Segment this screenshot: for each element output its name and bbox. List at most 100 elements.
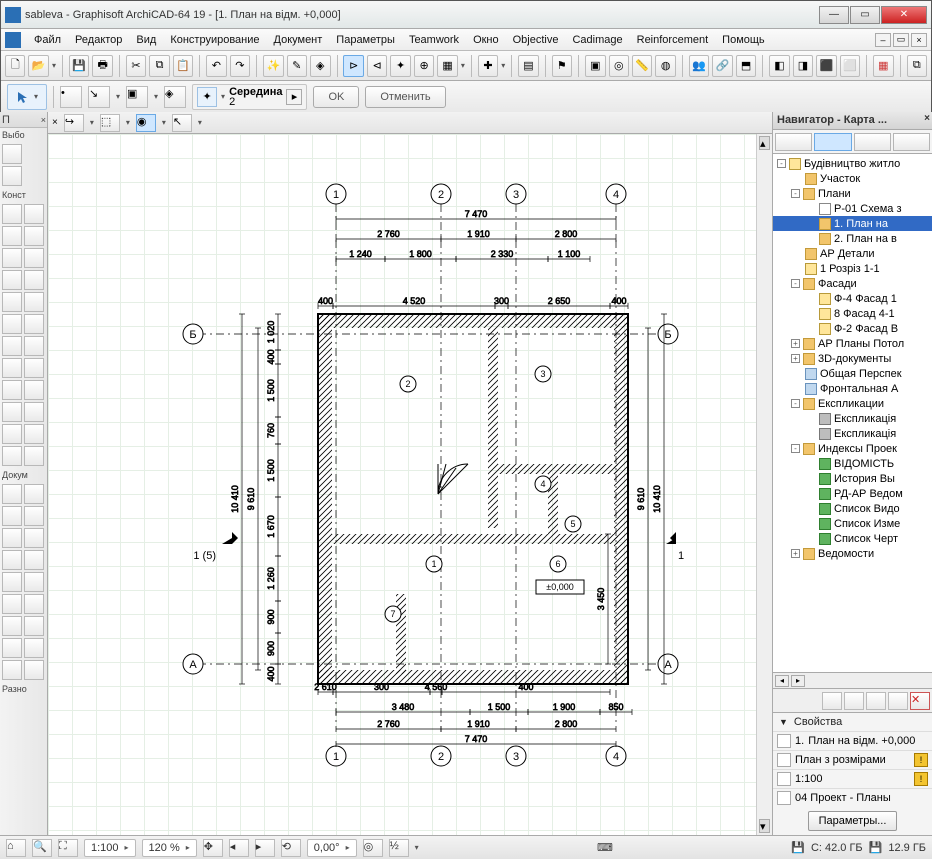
highlighter-button[interactable]: ◈ (310, 55, 330, 77)
save-button[interactable]: 💾 (69, 55, 89, 77)
status-angle[interactable]: 0,00°▸ (307, 839, 357, 857)
camera-button[interactable]: ◍ (655, 55, 675, 77)
tree-item-19[interactable]: ВІДОМІСТЬ (773, 456, 932, 471)
status-pan-button[interactable]: ✥ (203, 839, 223, 857)
dimension-tool-button[interactable] (2, 484, 22, 504)
new-file-button[interactable]: 🗋 (5, 55, 25, 77)
tree-item-24[interactable]: Список Черт (773, 531, 932, 546)
window-maximize-button[interactable]: ▭ (850, 6, 880, 24)
snap-mode-1-button[interactable]: ⊳ (343, 55, 363, 77)
nav-view-project-button[interactable] (775, 133, 812, 151)
status-scale[interactable]: 1:100▸ (84, 839, 136, 857)
section-button[interactable]: ⬛ (816, 55, 836, 77)
hotlink-button[interactable]: 🔗 (712, 55, 732, 77)
mep-tool-button[interactable] (2, 380, 22, 400)
tree-item-21[interactable]: РД-АР Ведом (773, 486, 932, 501)
window-minimize-button[interactable]: — (819, 6, 849, 24)
mesh-tool-button[interactable] (2, 358, 22, 378)
snap-mode-3-button[interactable]: ✦ (390, 55, 410, 77)
tree-item-13[interactable]: Общая Перспек (773, 366, 932, 381)
extra-5-tool-button[interactable] (2, 446, 22, 466)
curtain-tool-button[interactable] (2, 314, 22, 334)
tree-item-5[interactable]: АР Детали (773, 246, 932, 261)
tree-item-16[interactable]: Експликація (773, 411, 932, 426)
figure-tool-button[interactable] (2, 594, 22, 614)
app-menu-icon[interactable] (5, 32, 21, 48)
window-tool-button[interactable] (24, 226, 44, 246)
tab-close-icon[interactable]: × (52, 117, 58, 128)
tab-nav-3[interactable]: ◉ (136, 114, 156, 132)
column-tool-button[interactable] (24, 204, 44, 224)
tree-item-8[interactable]: Ф-4 Фасад 1 (773, 291, 932, 306)
snap-mode-4-button[interactable]: ⊕ (414, 55, 434, 77)
level-tool-button[interactable] (24, 484, 44, 504)
redo-button[interactable]: ↷ (230, 55, 250, 77)
label-tool-button[interactable] (24, 506, 44, 526)
extra-3-tool-button[interactable] (2, 424, 22, 444)
navigator-tree[interactable]: -Будівництво житлоУчасток-ПланиР-01 Схем… (773, 154, 932, 672)
status-history-button[interactable]: ⟲ (281, 839, 301, 857)
extra-4-tool-button[interactable] (24, 424, 44, 444)
change-tool-button[interactable] (24, 660, 44, 680)
trace-button[interactable]: ✚ (478, 55, 498, 77)
beam-tool-button[interactable] (2, 248, 22, 268)
shell-tool-button[interactable] (2, 292, 22, 312)
scroll-down-button[interactable]: ▾ (759, 819, 770, 833)
slab-tool-button[interactable] (24, 248, 44, 268)
tab-nav-2[interactable]: ⬚ (100, 114, 120, 132)
vertical-scrollbar[interactable]: ▴ ▾ (756, 134, 772, 835)
zone-tool-button[interactable] (24, 336, 44, 356)
door-tool-button[interactable] (2, 226, 22, 246)
mdi-close-button[interactable]: × (911, 33, 927, 47)
menu-помощь[interactable]: Помощь (715, 32, 772, 48)
status-half-button[interactable]: ½ (389, 839, 409, 857)
drawing-button[interactable]: ⬒ (736, 55, 756, 77)
parameters-button[interactable]: Параметры... (808, 811, 898, 831)
nav-view-publisher-button[interactable] (893, 133, 930, 151)
snap-midpoint-group[interactable]: ✦ ▾ Середина 2 ▸ (192, 84, 307, 110)
arc-tool-button[interactable] (2, 550, 22, 570)
status-orient-button[interactable]: ◎ (363, 839, 383, 857)
spline-tool-button[interactable] (2, 572, 22, 592)
menu-параметры[interactable]: Параметры (329, 32, 402, 48)
line-tool-button[interactable] (24, 528, 44, 548)
prop-scale[interactable]: 1:100 (795, 773, 910, 785)
menu-редактор[interactable]: Редактор (68, 32, 129, 48)
pline-tool-button[interactable] (24, 550, 44, 570)
status-next-button[interactable]: ▸ (255, 839, 275, 857)
feature-1-button[interactable]: ▣ (126, 86, 148, 108)
nav-tool-1[interactable] (822, 692, 842, 710)
tree-item-15[interactable]: -Експликации (773, 396, 932, 411)
tree-item-2[interactable]: Р-01 Схема з (773, 201, 932, 216)
tree-item-11[interactable]: +АР Планы Потол (773, 336, 932, 351)
measure-button[interactable]: 📏 (632, 55, 652, 77)
ie-tool-button[interactable] (2, 638, 22, 658)
teamwork-button[interactable]: 👥 (689, 55, 709, 77)
snap-mode-5-button[interactable]: ▦ (437, 55, 457, 77)
marker-button[interactable]: ◎ (609, 55, 629, 77)
scroll-up-button[interactable]: ▴ (759, 136, 770, 150)
menu-teamwork[interactable]: Teamwork (402, 32, 466, 48)
object-tool-button[interactable] (2, 336, 22, 356)
tree-item-23[interactable]: Список Изме (773, 516, 932, 531)
tree-item-7[interactable]: -Фасади (773, 276, 932, 291)
drawing-canvas[interactable]: 11223344 ББАА (48, 134, 772, 835)
tree-item-1[interactable]: -Плани (773, 186, 932, 201)
status-zoom-button[interactable]: 🔍 (32, 839, 52, 857)
tab-nav-1[interactable]: ↪ (64, 114, 84, 132)
tree-item-6[interactable]: 1 Розріз 1-1 (773, 261, 932, 276)
snap-point-button[interactable]: • (60, 86, 82, 108)
copy-button[interactable]: ⧉ (149, 55, 169, 77)
navigator-close-icon[interactable]: × (924, 113, 930, 124)
cancel-button[interactable]: Отменить (365, 86, 445, 108)
hotspot-tool-button[interactable] (24, 572, 44, 592)
menu-reinforcement[interactable]: Reinforcement (630, 32, 716, 48)
lamp-tool-button[interactable] (24, 358, 44, 378)
section-tool-button[interactable] (2, 616, 22, 636)
mdi-minimize-button[interactable]: – (875, 33, 891, 47)
tab-nav-4[interactable]: ↖ (172, 114, 192, 132)
wall-tool-button[interactable] (2, 204, 22, 224)
cursor-mode-button[interactable]: ▾ (7, 84, 47, 110)
elevation-button[interactable]: ⬜ (840, 55, 860, 77)
3d-button[interactable]: ◨ (793, 55, 813, 77)
